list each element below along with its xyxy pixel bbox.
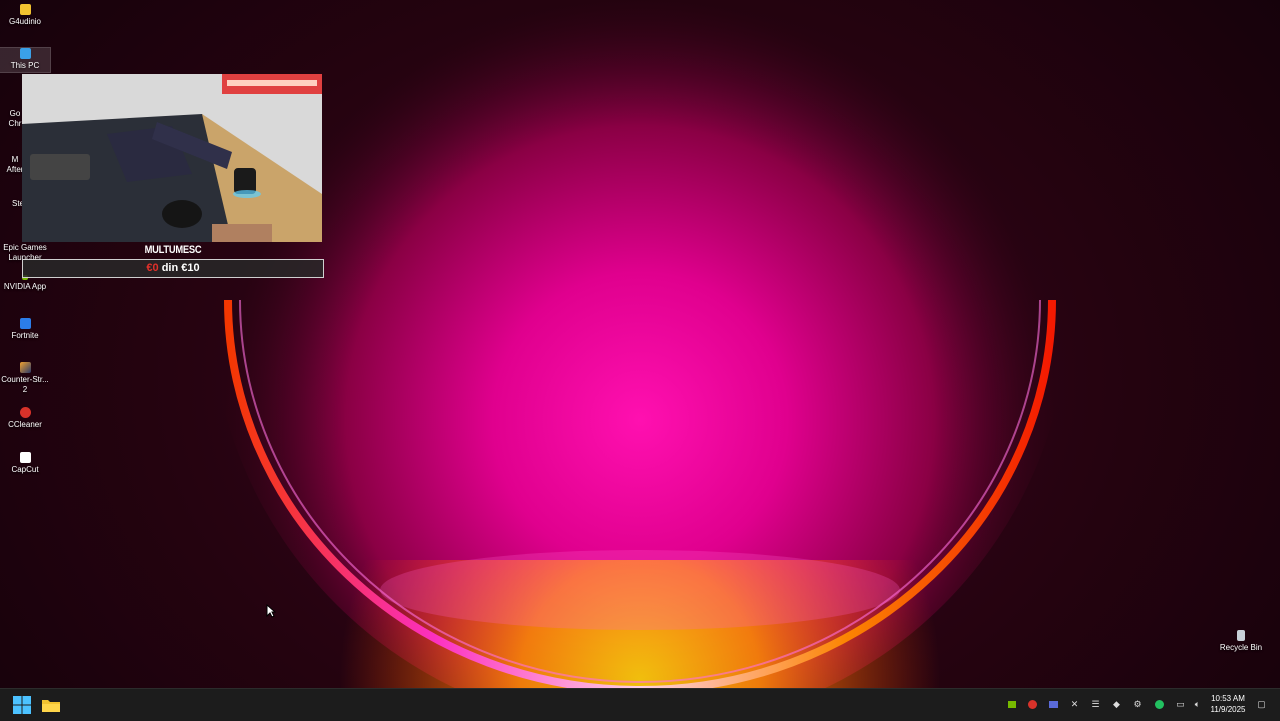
clock-time: 10:53 AM — [1211, 694, 1245, 703]
taskbar-clock[interactable]: 10:53 AM 11/9/2025 — [1204, 693, 1252, 715]
donation-widget: MULTUMESC €0 din €10 — [22, 74, 324, 278]
donation-goal: €10 — [181, 262, 200, 274]
monitor-icon — [19, 48, 31, 59]
file-explorer-icon[interactable] — [41, 695, 61, 715]
fortnite-icon — [19, 318, 31, 329]
clock-date: 11/9/2025 — [1210, 705, 1246, 714]
desktop-icon-ccleaner[interactable]: CCleaner — [0, 407, 50, 430]
desktop-icon-this-pc[interactable]: This PC — [0, 47, 51, 73]
pen-tray-icon[interactable]: ✕ — [1069, 699, 1080, 710]
desktop-icon-g4udinio[interactable]: G4udinio — [0, 4, 50, 27]
desktop-icon-counter-strike-2[interactable]: Counter-Str... 2 — [0, 362, 50, 395]
app-tray-icon[interactable]: ☰ — [1090, 699, 1101, 710]
widget-title: MULTUMESC — [144, 244, 202, 256]
notification-icon[interactable]: ▢ — [1256, 699, 1267, 710]
network-icon[interactable]: ▭ — [1175, 699, 1186, 710]
settings-tray-icon[interactable]: ⚙ — [1132, 699, 1143, 710]
folder-icon — [19, 4, 31, 15]
ccleaner-icon — [19, 407, 31, 418]
cs2-icon — [19, 362, 31, 373]
ccleaner-tray-icon[interactable] — [1027, 699, 1038, 710]
nvidia-tray-icon[interactable] — [1006, 699, 1017, 710]
keyboard-desk-image — [22, 74, 322, 242]
volume-icon[interactable]: 🔈︎ — [1192, 699, 1203, 710]
donation-current: €0 — [146, 262, 159, 274]
windows-start-icon[interactable] — [12, 695, 32, 715]
donation-goal-bar: €0 din €10 — [22, 259, 324, 278]
desktop-icon-recycle-bin[interactable]: Recycle Bin — [1216, 630, 1266, 653]
security-tray-icon[interactable] — [1154, 699, 1165, 710]
recycle-bin-icon — [1237, 630, 1245, 641]
donation-separator: din — [158, 262, 182, 274]
mouse-cursor-icon — [266, 604, 276, 618]
desktop-icon-capcut[interactable]: CapCut — [0, 452, 50, 475]
widget-video-preview — [22, 74, 322, 242]
capcut-icon — [19, 452, 31, 463]
steam-tray-icon[interactable]: ◆ — [1111, 699, 1122, 710]
display-tray-icon[interactable] — [1048, 699, 1059, 710]
desktop-icon-fortnite[interactable]: Fortnite — [0, 318, 50, 341]
taskbar: ✕ ☰ ◆ ⚙ ▭ 🔈︎ 10:53 AM 11/9/2025 ▢ — [0, 688, 1280, 721]
